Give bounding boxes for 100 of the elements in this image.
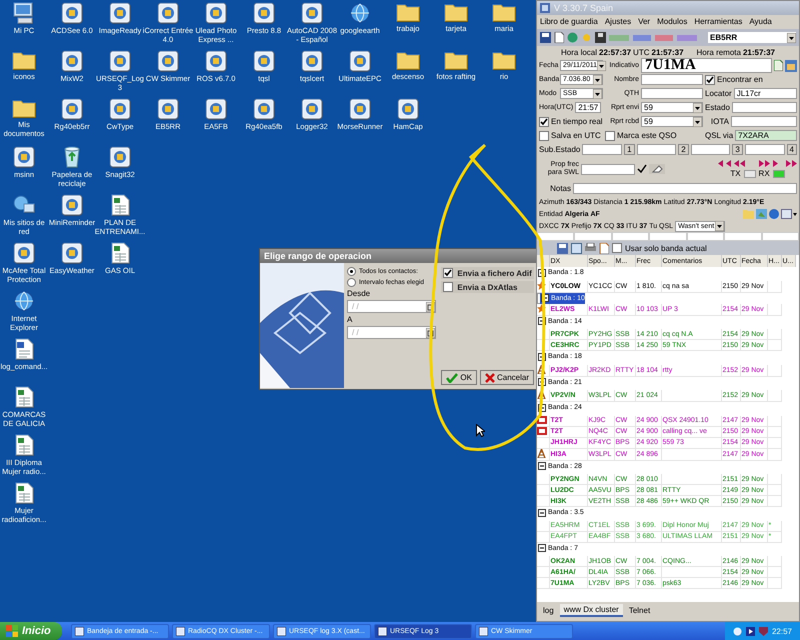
caret-icon bbox=[715, 221, 724, 231]
number-button[interactable]: 1 bbox=[624, 144, 635, 155]
app-icon bbox=[109, 98, 131, 120]
field-label: IOTA bbox=[710, 117, 729, 126]
menu-item[interactable]: Herramientas bbox=[694, 17, 742, 27]
globe-icon[interactable] bbox=[769, 209, 779, 219]
window-icon bbox=[75, 626, 84, 636]
blank-field[interactable] bbox=[686, 232, 724, 241]
checkbox[interactable] bbox=[612, 243, 622, 253]
spreadsheet-icon bbox=[110, 194, 130, 216]
four-squares-icon bbox=[6, 625, 18, 637]
save-icon[interactable] bbox=[557, 242, 568, 254]
antenna-icon bbox=[537, 364, 546, 374]
forward-icon[interactable] bbox=[759, 160, 797, 167]
checkbox[interactable] bbox=[605, 130, 615, 140]
menu-item[interactable]: Ayuda bbox=[749, 17, 772, 27]
collapse-icon[interactable] bbox=[538, 462, 546, 470]
check-icon bbox=[446, 372, 458, 382]
clock: 22:57 bbox=[772, 626, 792, 636]
eraser-icon[interactable] bbox=[648, 164, 664, 174]
table-cell bbox=[767, 304, 781, 315]
ok-button[interactable]: OK bbox=[441, 370, 477, 385]
qth-field[interactable] bbox=[641, 88, 703, 99]
checkbox[interactable] bbox=[443, 268, 454, 278]
app-icon bbox=[13, 242, 35, 264]
document-icon bbox=[14, 338, 34, 360]
table-cell bbox=[767, 496, 781, 506]
caret-icon bbox=[693, 102, 702, 112]
menu-item[interactable]: Ver bbox=[638, 17, 650, 27]
tray-icon[interactable] bbox=[746, 626, 755, 636]
sub-state-field[interactable] bbox=[744, 144, 785, 155]
sub-state-field[interactable] bbox=[582, 144, 622, 155]
menu-item[interactable]: Libro de guardia bbox=[540, 17, 598, 27]
checkbox-label: Envia a fichero Adif bbox=[457, 268, 532, 278]
callsign-field[interactable]: 7U1MA bbox=[641, 58, 772, 73]
cancel-button[interactable]: Cancelar bbox=[480, 370, 534, 385]
folder-icon bbox=[492, 50, 516, 70]
menu-item[interactable]: Ajustes bbox=[604, 17, 632, 27]
swl-field[interactable] bbox=[581, 164, 634, 174]
window-icon bbox=[277, 626, 286, 636]
checkbox[interactable] bbox=[443, 282, 454, 292]
table-cell bbox=[767, 364, 781, 376]
iota-field[interactable] bbox=[731, 116, 797, 127]
checkbox[interactable] bbox=[539, 130, 549, 140]
app-icon bbox=[61, 50, 83, 72]
remote-time: 21:57:37 bbox=[742, 48, 775, 56]
report-dropdown[interactable]: 59 bbox=[641, 116, 703, 127]
shield-icon[interactable] bbox=[758, 626, 768, 636]
indicator-label: TX bbox=[730, 169, 741, 178]
locator-field[interactable]: JL17cr bbox=[734, 88, 797, 99]
check-icon[interactable] bbox=[636, 164, 646, 174]
app-icon bbox=[109, 146, 131, 168]
window-icon bbox=[378, 626, 387, 636]
floppy-icon[interactable] bbox=[595, 32, 606, 43]
checkbox-label: Encontrar en bbox=[717, 75, 763, 84]
document-icon[interactable] bbox=[774, 60, 783, 71]
number-button[interactable]: 2 bbox=[678, 144, 689, 155]
caret-icon bbox=[787, 32, 796, 42]
number-button[interactable]: 4 bbox=[786, 144, 797, 155]
station-dropdown[interactable]: EB5RR bbox=[708, 32, 796, 43]
folder-icon bbox=[396, 50, 420, 70]
collapse-icon[interactable] bbox=[538, 508, 546, 516]
tab[interactable]: www Dx cluster bbox=[560, 604, 623, 617]
blank-field[interactable] bbox=[537, 232, 574, 241]
local-time: 22:57:37 bbox=[599, 48, 632, 56]
collapse-icon[interactable] bbox=[538, 544, 546, 552]
blank-field[interactable] bbox=[724, 232, 762, 241]
qsl-via-field[interactable]: 7X2ARA bbox=[735, 130, 797, 141]
app-icon bbox=[540, 3, 550, 13]
checkbox[interactable] bbox=[705, 74, 715, 84]
printer-icon[interactable] bbox=[585, 242, 596, 254]
app-icon bbox=[61, 194, 83, 216]
app-icon bbox=[205, 98, 227, 120]
save-icon[interactable] bbox=[540, 32, 551, 43]
blank-field[interactable] bbox=[649, 232, 687, 241]
report-dropdown[interactable]: 59 bbox=[641, 102, 703, 113]
app-icon bbox=[253, 98, 275, 120]
sub-state-field[interactable] bbox=[690, 144, 730, 155]
number-button[interactable]: 3 bbox=[732, 144, 743, 155]
notes-field[interactable] bbox=[573, 183, 797, 194]
cursor-icon bbox=[476, 424, 485, 437]
table-cell bbox=[767, 437, 781, 448]
time-spinner[interactable]: 21:57 bbox=[575, 102, 602, 113]
table-cell bbox=[767, 329, 781, 340]
document-icon[interactable] bbox=[599, 242, 609, 254]
state-field[interactable] bbox=[732, 102, 797, 113]
checkbox[interactable] bbox=[539, 116, 549, 126]
checkbox-label: Envia a DxAtlas bbox=[457, 282, 518, 292]
menu-item[interactable]: Modulos bbox=[657, 17, 688, 27]
blank-field[interactable] bbox=[762, 232, 799, 241]
table-cell bbox=[767, 566, 781, 578]
checkbox-label: Usar solo banda actual bbox=[625, 244, 707, 252]
sub-state-field[interactable] bbox=[636, 144, 676, 155]
table-cell bbox=[767, 390, 781, 402]
blank-field[interactable] bbox=[612, 232, 650, 241]
radio-button[interactable] bbox=[347, 278, 356, 287]
window-icon[interactable] bbox=[781, 209, 797, 219]
name-field[interactable] bbox=[641, 74, 703, 85]
document-icon[interactable] bbox=[554, 32, 564, 43]
radio-button[interactable] bbox=[347, 267, 356, 276]
